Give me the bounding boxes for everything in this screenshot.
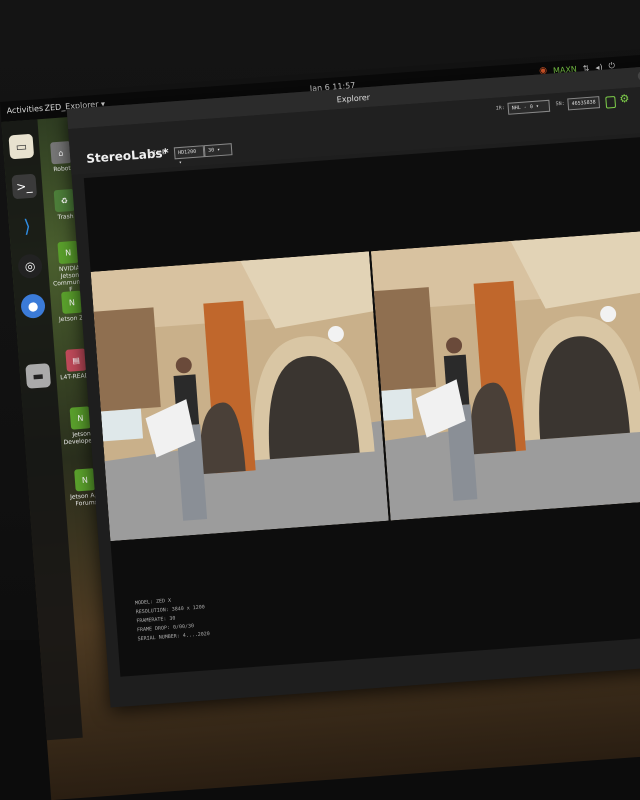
notes-icon[interactable]: ▭ — [8, 133, 35, 160]
screen: Activities ZED_Explorer ▾ Jan 6 11:57 ◉ … — [0, 46, 640, 800]
vscode-icon[interactable]: ⟩ — [14, 213, 40, 239]
camera-info-panel: MODEL: ZED X RESOLUTION: 3840 x 1200 FRA… — [135, 594, 210, 644]
right-camera-image — [370, 230, 640, 521]
window-title: Explorer — [336, 92, 371, 105]
sensor-label: IR: — [495, 105, 506, 112]
serial-label: SN: — [555, 100, 565, 108]
activities-button[interactable]: Activities — [6, 104, 43, 116]
drive-icon[interactable]: ▬ — [25, 363, 52, 389]
resolution-select[interactable]: HD1200 ▾ — [173, 145, 205, 166]
camera-viewport[interactable]: MODEL: ZED X RESOLUTION: 3840 x 1200 FRA… — [83, 137, 640, 677]
sensor-select[interactable]: NHL - 0 ▾ — [507, 99, 551, 115]
stereo-feed — [90, 230, 640, 542]
fps-select[interactable]: 30 ▾ — [203, 143, 233, 158]
live-label: LIVE — [147, 148, 167, 158]
device-status-icon[interactable] — [605, 95, 617, 109]
obs-icon[interactable]: ◎ — [17, 253, 43, 280]
left-camera-image — [90, 251, 389, 542]
chromium-icon[interactable]: ● — [20, 293, 46, 319]
explorer-window: Explorer – □ × StereoLabs* LIVE HD1200 ▾… — [66, 63, 640, 708]
gear-icon[interactable]: ⚙ — [619, 92, 630, 106]
serial-number-field[interactable]: 46535838 — [567, 96, 601, 111]
terminal-icon[interactable]: >_ — [11, 173, 38, 200]
